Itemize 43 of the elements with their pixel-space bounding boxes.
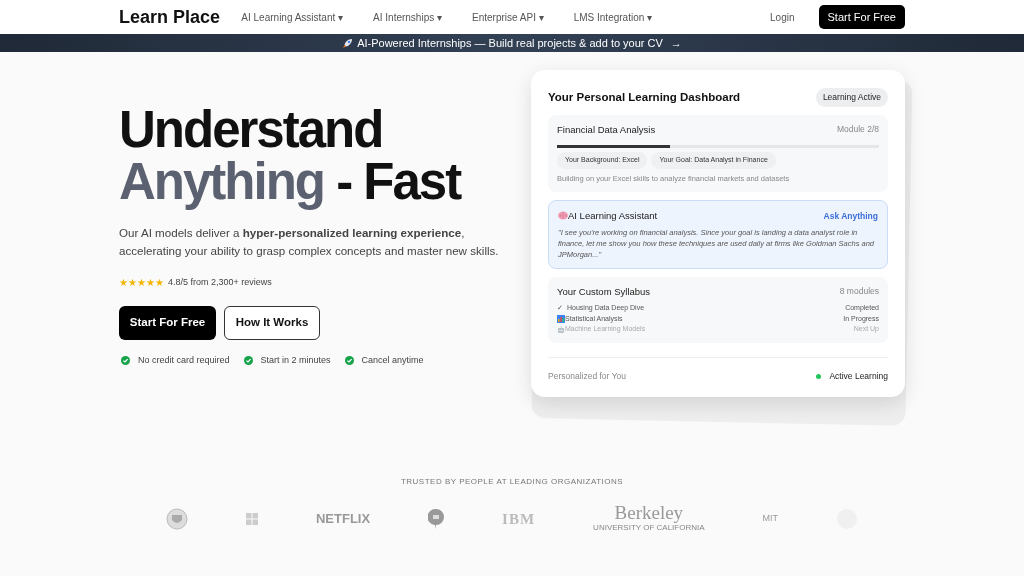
footer-text: Personalized for You — [548, 369, 626, 383]
perk-text: Cancel anytime — [361, 353, 424, 367]
rating-text: 4.8/5 from 2,300+ reviews — [168, 276, 272, 289]
modules-count: 8 modules — [839, 285, 879, 298]
robot-icon — [557, 325, 565, 334]
logo-wordmark: NETFLIX — [315, 510, 371, 529]
course-name: Financial Data Analysis — [557, 122, 656, 137]
nav-menu-item[interactable]: Enterprise API ▾ — [472, 9, 544, 25]
nav-menu-item[interactable]: AI Learning Assistant ▾ — [241, 9, 344, 25]
status-badge: Learning Active — [815, 88, 888, 107]
brand-logo[interactable]: Learn Place — [119, 3, 221, 31]
hero-heading: Understand Anything - Fast — [119, 104, 462, 208]
chart-icon — [557, 315, 565, 323]
trusted-heading: TRUSTED BY PEOPLE AT LEADING ORGANIZATIONS — [399, 476, 625, 488]
start-button[interactable]: Start For Free — [119, 305, 216, 340]
banner-text[interactable]: AI-Powered Internships — Build real projects & add to your CV — [357, 34, 663, 52]
nav-menu-item[interactable]: AI Internships ▾ — [373, 9, 442, 25]
rocket-icon — [342, 37, 354, 49]
arrow-icon: → — [670, 34, 682, 52]
status-text: Active Learning — [829, 369, 888, 383]
berkeley-logo: Berkeley UNIVERSITY OF CALIFORNIA — [593, 504, 705, 534]
star-rating: ★★★★★ — [119, 277, 164, 288]
perk-text: Start in 2 minutes — [260, 353, 331, 367]
broken-image-text: MIT — [762, 512, 779, 526]
hero-subtitle: Our AI models deliver a hyper-personalized learning experience, accelerating your ability to grasp complex concepts and master new skills. — [119, 225, 500, 259]
start-button[interactable]: Start For Free — [818, 4, 905, 30]
check-icon — [344, 355, 354, 365]
ask-anything-link[interactable]: Ask Anything — [823, 209, 878, 223]
card-title: Your Personal Learning Dashboard — [548, 89, 741, 105]
check-icon — [243, 355, 253, 365]
nav-menu-item[interactable]: LMS Integration ▾ — [573, 9, 653, 25]
logo-wordmark: IBM — [502, 509, 536, 529]
how-it-works-button[interactable]: How It Works — [224, 305, 320, 340]
pin-logo — [428, 509, 445, 529]
module-count: Module 2/8 — [836, 122, 879, 136]
seal-logo — [165, 508, 188, 530]
check-icon — [121, 355, 130, 365]
squares-logo — [245, 513, 258, 525]
perk-text: No credit card required — [138, 353, 230, 367]
brain-icon — [558, 211, 568, 221]
syllabus-title: Your Custom Syllabus — [557, 285, 651, 299]
assistant-title: AI Learning Assistant — [568, 208, 658, 223]
login-link[interactable]: Login — [770, 9, 795, 25]
